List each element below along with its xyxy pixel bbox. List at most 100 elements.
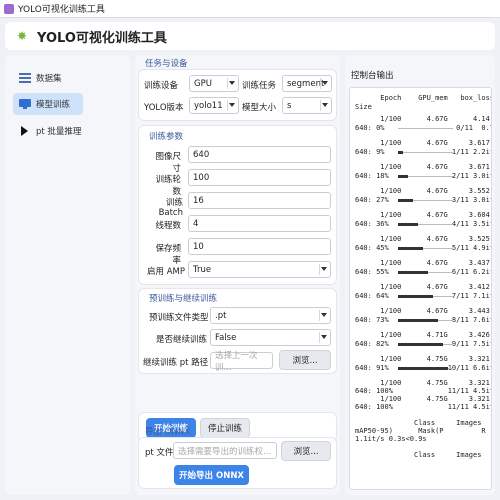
export-file-input[interactable]: 选择需要导出的训练权... bbox=[173, 442, 277, 459]
progress-bar bbox=[398, 128, 453, 129]
console-stats-line: 1/100 4.67G 3.671 bbox=[355, 163, 490, 171]
section-title-pretrain: 预训练与继续训练 bbox=[149, 294, 218, 304]
console-tail-line: 640: 100% 11/11 4.5it, bbox=[355, 387, 492, 395]
export-file-label: pt 文件 bbox=[145, 448, 174, 458]
chevron-down-icon bbox=[322, 103, 328, 107]
progress-bar-fill bbox=[398, 151, 403, 154]
version-select-value: yolo11 bbox=[194, 100, 223, 111]
window-titlebar: YOLO可视化训练工具 bbox=[0, 0, 500, 18]
console-stats-line: 1/100 4.67G 3.604 bbox=[355, 211, 490, 219]
resume-select[interactable]: False bbox=[210, 329, 331, 346]
database-icon bbox=[19, 73, 31, 83]
resume-path-input[interactable]: 选择上一次训... bbox=[210, 351, 273, 373]
version-select[interactable]: yolo11 bbox=[189, 97, 239, 114]
console-tail-line: 1.1it/s 0.3s<0.9s bbox=[355, 435, 427, 443]
console-tail-line: 640: 100% 11/11 4.5it, bbox=[355, 403, 492, 411]
console-tail-line: 1/100 4.75G 3.321 bbox=[355, 395, 490, 403]
play-icon bbox=[19, 126, 31, 136]
image-size-label: 图像尺寸 bbox=[155, 152, 181, 174]
app-header: ✸ YOLO可视化训练工具 bbox=[5, 22, 495, 50]
batch-value: 16 bbox=[193, 195, 204, 206]
batch-label: 训练 Batch bbox=[158, 198, 183, 218]
device-label: 训练设备 bbox=[144, 81, 179, 91]
console-stats-line: 1/100 4.67G 3.552 bbox=[355, 187, 490, 195]
resume-path-placeholder: 选择上一次训... bbox=[215, 350, 258, 373]
sidebar-item-batch-inference[interactable]: pt 批量推理 bbox=[13, 120, 113, 142]
workers-input[interactable]: 4 bbox=[188, 215, 331, 232]
export-section: pt 文件 选择需要导出的训练权... 浏览... 开始导出 ONNX bbox=[138, 437, 337, 489]
resume-browse-button[interactable]: 浏览... bbox=[279, 350, 331, 370]
resume-label: 是否继续训练 bbox=[156, 335, 208, 345]
monitor-icon bbox=[19, 99, 31, 109]
app-title: YOLO可视化训练工具 bbox=[37, 30, 167, 46]
console-stats-line: 1/100 4.71G 3.426 bbox=[355, 331, 490, 339]
size-select[interactable]: s bbox=[282, 97, 332, 114]
amp-label: 启用 AMP bbox=[147, 267, 185, 277]
console-panel: 控制台输出 Epoch GPU_mem box_loss Size 1/100 … bbox=[345, 55, 495, 495]
chevron-down-icon bbox=[321, 267, 327, 271]
image-size-input[interactable]: 640 bbox=[188, 146, 331, 163]
device-select[interactable]: GPU bbox=[189, 75, 239, 92]
epochs-label: 训练轮数 bbox=[155, 175, 181, 197]
console-tail-line: Class Images bbox=[355, 451, 482, 459]
console-stats-line: 1/100 4.67G 3.617 bbox=[355, 139, 490, 147]
stop-training-button[interactable]: 停止训练 bbox=[200, 418, 250, 438]
console-stats-line: 1/100 4.67G 3.412 bbox=[355, 283, 490, 291]
console-header-line: Epoch GPU_mem box_loss bbox=[355, 94, 492, 102]
save-period-input[interactable]: 10 bbox=[188, 238, 331, 255]
chevron-down-icon bbox=[321, 313, 327, 317]
epochs-value: 100 bbox=[193, 172, 210, 183]
sidebar-item-label: 模型训练 bbox=[36, 100, 71, 110]
epochs-input[interactable]: 100 bbox=[188, 169, 331, 186]
resume-path-label: 继续训练 pt 路径 bbox=[143, 358, 209, 368]
amp-select[interactable]: True bbox=[188, 261, 331, 278]
task-label: 训练任务 bbox=[242, 81, 277, 91]
progress-bar-fill bbox=[398, 367, 448, 370]
progress-bar-fill bbox=[398, 319, 438, 322]
progress-bar-fill bbox=[398, 199, 413, 202]
chevron-down-icon bbox=[229, 81, 235, 85]
chevron-down-icon bbox=[321, 335, 327, 339]
sparkle-logo-icon: ✸ bbox=[16, 29, 28, 43]
console-title: 控制台输出 bbox=[351, 71, 394, 81]
console-stats-line: 1/100 4.67G 3.525 bbox=[355, 235, 490, 243]
progress-bar bbox=[398, 152, 453, 153]
console-tail-line: mAP50-95) Mask(P R bbox=[355, 427, 486, 435]
task-select[interactable]: segment bbox=[282, 75, 332, 92]
console-stats-line: 1/100 4.67G 4.14 bbox=[355, 115, 490, 123]
console-stats-line: 1/100 4.75G 3.321 bbox=[355, 355, 490, 363]
progress-bar-fill bbox=[398, 175, 408, 178]
app-icon bbox=[4, 3, 14, 14]
pretrain-type-select[interactable]: .pt bbox=[210, 307, 331, 324]
console-tail-line: 1/100 4.75G 3.321 bbox=[355, 379, 490, 387]
batch-input[interactable]: 16 bbox=[188, 192, 331, 209]
task-select-value: segment bbox=[287, 78, 325, 89]
chevron-down-icon bbox=[322, 81, 328, 85]
console-stats-line: 1/100 4.67G 3.437 bbox=[355, 259, 490, 267]
size-select-value: s bbox=[287, 100, 292, 111]
sidebar-item-label: pt 批量推理 bbox=[36, 127, 82, 137]
workers-label: 线程数 bbox=[155, 221, 181, 231]
export-browse-button[interactable]: 浏览... bbox=[281, 441, 331, 461]
progress-bar-fill bbox=[398, 223, 418, 226]
section-title-export: 导出 ONNX bbox=[145, 427, 190, 437]
size-label: 模型大小 bbox=[242, 103, 277, 113]
progress-bar-fill bbox=[398, 343, 443, 346]
sidebar-item-model-training[interactable]: 模型训练 bbox=[13, 93, 83, 115]
version-label: YOLO版本 bbox=[144, 103, 184, 113]
pretrain-type-label: 预训练文件类型 bbox=[149, 313, 209, 323]
section-title-train-params: 训练参数 bbox=[149, 132, 184, 142]
export-onnx-button[interactable]: 开始导出 ONNX bbox=[174, 465, 249, 485]
progress-bar-fill bbox=[398, 247, 423, 250]
console-stats-line: 1/100 4.67G 3.443 bbox=[355, 307, 490, 315]
pretrain-type-value: .pt bbox=[215, 310, 227, 321]
sidebar-item-label: 数据集 bbox=[36, 74, 62, 84]
console-output[interactable]: Epoch GPU_mem box_loss Size 1/100 4.67G … bbox=[349, 87, 492, 490]
image-size-value: 640 bbox=[193, 149, 210, 160]
console-header-line: Size bbox=[355, 103, 372, 111]
window-title: YOLO可视化训练工具 bbox=[18, 5, 105, 15]
resume-select-value: False bbox=[215, 332, 237, 343]
sidebar-item-dataset[interactable]: 数据集 bbox=[13, 67, 83, 89]
amp-select-value: True bbox=[193, 264, 212, 275]
section-title-task-device: 任务与设备 bbox=[145, 59, 188, 69]
